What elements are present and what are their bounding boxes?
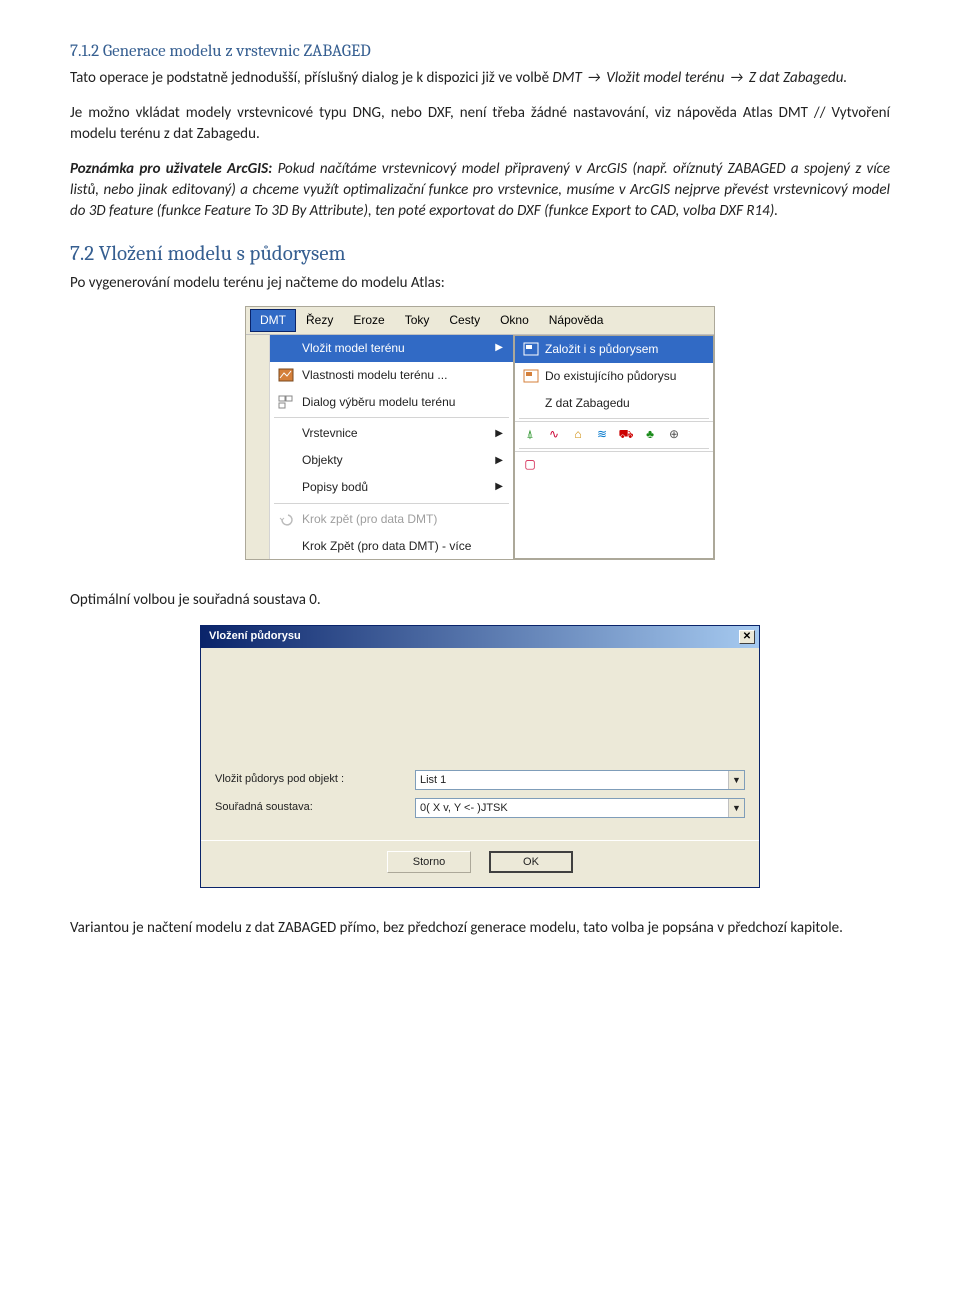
menu-item-undo: Krok zpět (pro data DMT): [270, 506, 513, 533]
menu-okno[interactable]: Okno: [490, 309, 539, 332]
menu-item-vlozit-model[interactable]: Vložit model terénu ▶: [270, 335, 513, 362]
menu-rezy[interactable]: Řezy: [296, 309, 343, 332]
menu-separator: [519, 418, 709, 419]
menu-item-vrstevnice[interactable]: Vrstevnice ▶: [270, 420, 513, 447]
cancel-button[interactable]: Storno: [387, 851, 471, 873]
dialog-body: Vložit půdorys pod objekt : List 1 ▼ Sou…: [201, 648, 759, 840]
submenu-item-existujici[interactable]: Do existujícího půdorysu: [515, 363, 713, 390]
layout-icon: [523, 342, 539, 356]
menu-separator: [519, 448, 709, 449]
arrow-icon: [728, 69, 746, 87]
blank-icon: [278, 539, 296, 553]
menu-path-vlozit: Vložit model terénu: [606, 69, 728, 87]
tool-icon[interactable]: ▢: [521, 456, 539, 472]
menu-eroze[interactable]: Eroze: [343, 309, 394, 332]
text: Tato operace je podstatně jednodušší, př…: [70, 69, 552, 87]
blank-icon: [278, 454, 296, 468]
blank-icon: [278, 480, 296, 494]
menu-napoveda[interactable]: Nápověda: [539, 309, 614, 332]
para-712-note: Poznámka pro uživatele ArcGIS: Pokud nač…: [70, 159, 890, 222]
tool-icon[interactable]: ♣: [641, 426, 659, 442]
submenu-arrow-icon: ▶: [495, 480, 503, 494]
para-712-2: Je možno vkládat modely vrstevnicové typ…: [70, 103, 890, 145]
combo-value: 0( X v, Y <- )JTSK: [416, 799, 728, 817]
para-optimal: Optimální volbou je souřadná soustava 0.: [70, 590, 890, 611]
dialog-title: Vložení půdorysu: [209, 629, 739, 644]
menu-separator: [274, 503, 509, 504]
ok-button[interactable]: OK: [489, 851, 573, 873]
tool-icon[interactable]: ∿: [545, 426, 563, 442]
menu-item-label: Popisy bodů: [302, 479, 495, 496]
arrow-icon: [585, 69, 603, 87]
combo-objekt[interactable]: List 1 ▼: [415, 770, 745, 790]
menu-screenshot: DMT Řezy Eroze Toky Cesty Okno Nápověda …: [245, 306, 715, 560]
submenu-arrow-icon: ▶: [495, 341, 503, 355]
menu-item-label: Vložit model terénu: [302, 340, 495, 357]
menu-item-undo-more[interactable]: Krok Zpět (pro data DMT) - více: [270, 533, 513, 560]
form-row-objekt: Vložit půdorys pod objekt : List 1 ▼: [215, 770, 745, 790]
menu-path-zabaged: Z dat Zabagedu.: [749, 69, 847, 87]
dialog-titlebar: Vložení půdorysu ✕: [201, 626, 759, 647]
dialog-button-row: Storno OK: [201, 840, 759, 887]
dialog-spacer: [215, 662, 745, 762]
menubar: DMT Řezy Eroze Toky Cesty Okno Nápověda: [246, 307, 714, 335]
dialog-icon: [278, 395, 296, 409]
heading-712: 7.1.2 Generace modelu z vrstevnic ZABAGE…: [70, 40, 890, 64]
heading-72: 7.2 Vložení modelu s půdorysem: [70, 240, 890, 269]
dropdown-arrow-icon[interactable]: ▼: [728, 771, 744, 789]
label-souradna: Souřadná soustava:: [215, 800, 415, 815]
combo-souradna[interactable]: 0( X v, Y <- )JTSK ▼: [415, 798, 745, 818]
undo-icon: [278, 512, 296, 526]
para-712-1: Tato operace je podstatně jednodušší, př…: [70, 68, 890, 89]
tool-icon[interactable]: ⍋: [521, 426, 539, 442]
para-tail: Variantou je načtení modelu z dat ZABAGE…: [70, 918, 890, 939]
blank-icon: [278, 341, 296, 355]
tool-icon[interactable]: ⌂: [569, 426, 587, 442]
note-lead: Poznámka pro uživatele ArcGIS:: [70, 160, 272, 178]
tool-icon[interactable]: ≋: [593, 426, 611, 442]
close-button[interactable]: ✕: [739, 630, 755, 644]
blank-icon: [278, 427, 296, 441]
menu-path-dmt: DMT: [552, 69, 585, 87]
tool-icon[interactable]: ⛟: [617, 426, 635, 442]
menu-item-dialog-vyberu[interactable]: Dialog výběru modelu terénu: [270, 389, 513, 416]
toolbar-gutter: [246, 335, 270, 559]
submenu-vlozit: Založit i s půdorysem Do existujícího pů…: [514, 335, 714, 559]
menu-dmt[interactable]: DMT: [250, 309, 296, 332]
layout-icon: [523, 369, 539, 383]
submenu-item-label: Do existujícího půdorysu: [545, 368, 676, 385]
menu-item-label: Vrstevnice: [302, 425, 495, 442]
dialog-vlozeni-pudorysu: Vložení půdorysu ✕ Vložit půdorys pod ob…: [200, 625, 760, 887]
menu-separator: [274, 417, 509, 418]
menu-item-objekty[interactable]: Objekty ▶: [270, 447, 513, 474]
submenu-item-zabaged[interactable]: Z dat Zabagedu: [515, 390, 713, 417]
dropdown-arrow-icon[interactable]: ▼: [728, 799, 744, 817]
submenu-arrow-icon: ▶: [495, 427, 503, 441]
combo-value: List 1: [416, 771, 728, 789]
menu-item-popisy[interactable]: Popisy bodů ▶: [270, 474, 513, 501]
blank-icon: [523, 396, 539, 410]
menu-item-vlastnosti[interactable]: Vlastnosti modelu terénu ...: [270, 362, 513, 389]
menu-item-label: Krok Zpět (pro data DMT) - více: [302, 538, 503, 555]
tool-icon[interactable]: ⊕: [665, 426, 683, 442]
form-row-souradna: Souřadná soustava: 0( X v, Y <- )JTSK ▼: [215, 798, 745, 818]
para-72-intro: Po vygenerování modelu terénu jej načtem…: [70, 273, 890, 294]
menu-cesty[interactable]: Cesty: [439, 309, 490, 332]
menu-item-label: Krok zpět (pro data DMT): [302, 511, 503, 528]
label-objekt: Vložit půdorys pod objekt :: [215, 772, 415, 787]
submenu-item-label: Z dat Zabagedu: [545, 395, 630, 412]
toolbar-icons: ⍋ ∿ ⌂ ≋ ⛟ ♣ ⊕: [515, 421, 713, 446]
terrain-icon: [278, 368, 296, 382]
toolbar-icons-2: ▢: [515, 451, 713, 476]
menu-item-label: Vlastnosti modelu terénu ...: [302, 367, 503, 384]
menu-item-label: Dialog výběru modelu terénu: [302, 394, 503, 411]
menu-item-label: Objekty: [302, 452, 495, 469]
submenu-arrow-icon: ▶: [495, 454, 503, 468]
submenu-item-zalozit[interactable]: Založit i s půdorysem: [515, 336, 713, 363]
menu-toky[interactable]: Toky: [395, 309, 440, 332]
submenu-item-label: Založit i s půdorysem: [545, 341, 658, 358]
